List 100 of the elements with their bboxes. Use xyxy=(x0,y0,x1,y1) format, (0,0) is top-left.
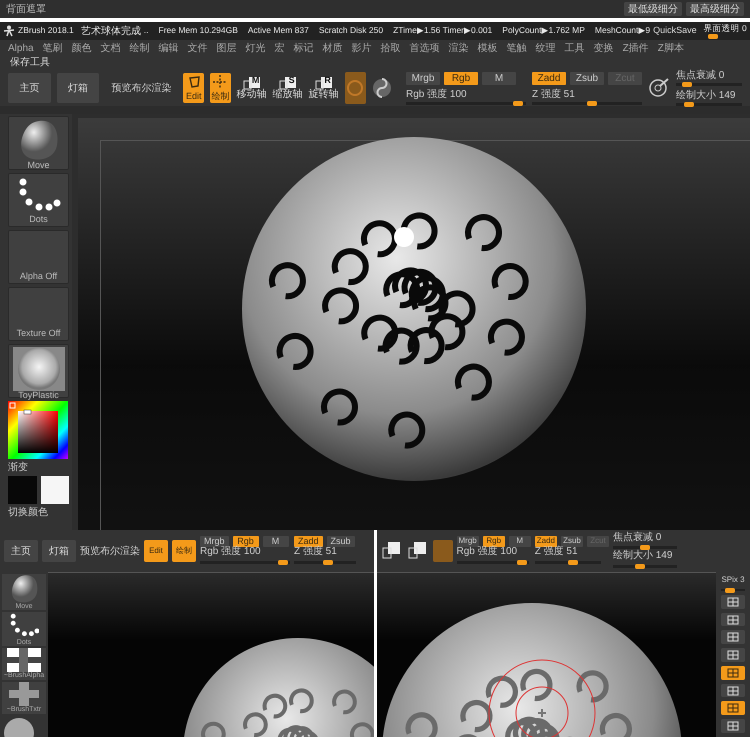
slider-thumb[interactable] xyxy=(512,100,523,106)
shelf-button[interactable] xyxy=(721,701,745,716)
mode-toggle[interactable]: Mrgb xyxy=(406,72,440,84)
menu-item[interactable]: 首选项 xyxy=(410,43,440,54)
menu-item[interactable]: 模板 xyxy=(478,43,498,54)
mode-toggle[interactable]: Zsub xyxy=(570,72,604,84)
shelf-button[interactable] xyxy=(721,666,745,680)
mode-button[interactable]: 绘制 xyxy=(210,73,231,103)
menu-item[interactable]: 文件 xyxy=(188,43,208,54)
shelf-button[interactable] xyxy=(721,594,745,609)
toolbar-button[interactable]: 灯箱 xyxy=(42,540,76,562)
toolbar-button[interactable]: 主页 xyxy=(8,73,51,103)
transform-button[interactable]: S 缩放轴 xyxy=(272,76,303,100)
menu-item[interactable]: 渲染 xyxy=(448,43,469,54)
slider-track[interactable] xyxy=(721,588,745,591)
tray-slot[interactable]: Texture Off xyxy=(8,287,69,341)
menu-item[interactable]: 笔刷 xyxy=(42,43,63,54)
shelf-button[interactable] xyxy=(721,630,745,644)
menu-item[interactable]: 颜色 xyxy=(72,43,92,54)
mode-toggle[interactable]: Zsub xyxy=(326,536,355,548)
menu-item[interactable]: 影片 xyxy=(352,43,372,54)
secondary-color-swatch[interactable] xyxy=(40,476,69,504)
menu-item[interactable]: 图层 xyxy=(216,43,237,54)
transform-button[interactable]: M 移动轴 xyxy=(236,76,267,100)
status-text: PolyCount▶1.762 MP xyxy=(502,26,585,36)
document-title: 艺术球体完成 xyxy=(80,26,141,36)
slider-thumb[interactable] xyxy=(516,560,527,565)
toolbar-label[interactable]: 预览布尔渲染 xyxy=(80,546,140,556)
mode-toggle[interactable]: Zadd xyxy=(534,536,557,548)
mode-toggle[interactable]: M xyxy=(508,536,531,548)
slider-thumb[interactable] xyxy=(634,564,645,568)
menu-item[interactable]: 拾取 xyxy=(380,43,401,54)
mode-button[interactable]: Edit xyxy=(144,540,168,562)
dots-stroke-icon xyxy=(8,612,40,639)
tray-slot[interactable]: Dots xyxy=(8,173,69,227)
panel-button[interactable]: 最低级细分 xyxy=(624,2,682,16)
switch-color-label[interactable]: 切换颜色 xyxy=(8,507,69,518)
mode-toggle[interactable]: M xyxy=(482,72,516,84)
menu-item[interactable]: Z插件 xyxy=(622,43,649,54)
material-button[interactable] xyxy=(344,72,366,104)
menu-item[interactable]: 文档 xyxy=(100,43,121,54)
slider-thumb[interactable] xyxy=(587,100,597,106)
mode-toggle[interactable]: Mrgb xyxy=(200,536,229,548)
menu-item[interactable]: 编辑 xyxy=(158,43,179,54)
tray-slot[interactable]: Alpha Off xyxy=(8,230,69,284)
mode-toggle[interactable]: M xyxy=(262,536,289,548)
shelf-button[interactable] xyxy=(721,648,745,662)
status-text: ZTime▶1.56 Timer▶0.001 xyxy=(393,26,492,36)
slider-thumb[interactable] xyxy=(640,545,650,550)
primary-color-swatch[interactable] xyxy=(8,476,36,504)
menu-item[interactable]: 材质 xyxy=(322,43,343,54)
toolbar-label[interactable]: 预览布尔渲染 xyxy=(111,82,172,94)
menu-item[interactable]: 笔触 xyxy=(506,43,527,54)
slider-thumb[interactable] xyxy=(322,560,333,565)
toolbar-button[interactable]: 灯箱 xyxy=(56,73,100,103)
gradient-label[interactable]: 渐变 xyxy=(8,462,69,473)
menu-item[interactable]: 纹理 xyxy=(536,43,556,54)
quicksave-button[interactable]: QuickSave xyxy=(653,26,697,36)
menu-item[interactable]: 绘制 xyxy=(130,43,150,54)
shelf-button[interactable] xyxy=(721,612,745,626)
menu-item[interactable]: 变换 xyxy=(594,43,614,54)
slider-label: Rgb 强度 100 xyxy=(406,88,468,100)
slider-thumb[interactable] xyxy=(725,588,736,593)
yin-yang-icon[interactable] xyxy=(372,78,392,98)
mode-button[interactable]: Edit xyxy=(183,73,204,103)
tray-slot[interactable]: ToyPlastic xyxy=(8,344,69,398)
shelf-button[interactable] xyxy=(721,719,745,733)
brush-settings-icon[interactable] xyxy=(648,77,670,99)
slider-thumb[interactable] xyxy=(278,560,288,565)
pattern-alpha-icon xyxy=(7,648,41,672)
menu-item[interactable]: 标记 xyxy=(294,43,314,54)
menu-item[interactable]: Z脚本 xyxy=(658,43,684,54)
slider-label: Z 强度 51 xyxy=(532,88,576,100)
tray-slot[interactable]: Move xyxy=(8,116,69,170)
app-title: ZBrush 2018.1 xyxy=(18,26,74,36)
mode-toggle[interactable]: Mrgb xyxy=(456,536,479,548)
save-tool-label[interactable]: 保存工具 xyxy=(10,57,50,68)
mode-button[interactable]: 绘制 xyxy=(172,540,196,562)
panel-label: 背面遮罩 xyxy=(6,4,46,14)
slider-thumb[interactable] xyxy=(708,34,718,40)
color-picker-drawing[interactable] xyxy=(8,401,68,459)
transform-button[interactable]: R 旋转轴 xyxy=(308,76,339,100)
mode-toggle[interactable]: Zadd xyxy=(532,72,566,84)
panel-button[interactable]: 最高级细分 xyxy=(686,2,744,16)
transform-icon xyxy=(242,76,261,90)
slider-label: Rgb 强度 100 xyxy=(456,547,518,558)
shelf-button[interactable] xyxy=(721,684,745,698)
menu-item[interactable]: Alpha xyxy=(8,43,34,54)
slider-label: Z 强度 51 xyxy=(294,547,338,558)
mode-toggle[interactable]: Zsub xyxy=(560,536,583,548)
menu-item[interactable]: 灯光 xyxy=(246,43,266,54)
slider-thumb[interactable] xyxy=(684,102,694,107)
slider-thumb[interactable] xyxy=(568,560,578,565)
slider-thumb[interactable] xyxy=(682,82,692,87)
toolbar-button[interactable]: 主页 xyxy=(4,540,38,562)
mode-toggle[interactable]: Rgb xyxy=(444,72,478,84)
transform-icon xyxy=(278,76,297,90)
menu-item[interactable]: 工具 xyxy=(564,43,585,54)
menu-item[interactable]: 宏 xyxy=(274,43,285,54)
grid-icon xyxy=(727,614,739,624)
